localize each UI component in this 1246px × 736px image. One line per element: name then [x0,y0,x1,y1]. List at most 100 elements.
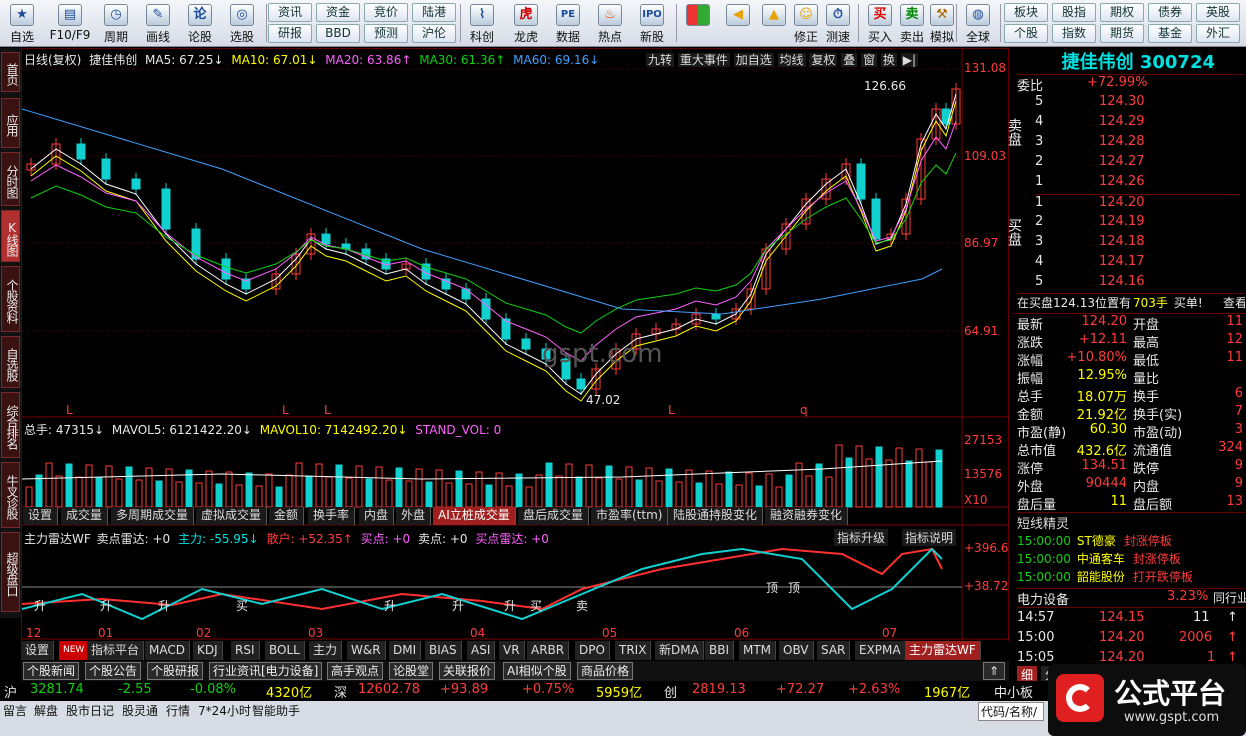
btn-switch[interactable]: 换 [880,53,897,67]
itab-wr[interactable]: W&R [347,641,386,660]
btn-bbd[interactable]: BBD [316,24,360,43]
btn-stock-index[interactable]: 股指 [1052,3,1096,22]
tab-home[interactable]: 首页 [1,52,20,92]
ask-row[interactable]: 3 124.28 [1035,134,1240,154]
vtab-after-hours[interactable]: 盘后成交量 [518,507,590,525]
ask-row[interactable]: 1 124.26 [1035,174,1240,194]
tab-ranking[interactable]: 综合排名 [1,392,20,458]
btn-research[interactable]: 研报 [268,24,312,43]
btn-futures[interactable]: 期货 [1100,24,1144,43]
itab-kdj[interactable]: KDJ [193,641,223,660]
status-quotes[interactable]: 行情 [166,702,190,719]
vtab-inner[interactable]: 内盘 [359,507,395,525]
tab-super-depth[interactable]: 超级盘口 [1,532,20,612]
tab-watchlist[interactable]: 自选股 [1,336,20,388]
tab-diagnosis[interactable]: 牛叉诊股 [1,462,20,528]
vtab-turnover[interactable]: 换手率 [308,507,356,525]
bid-row[interactable]: 1 124.20 [1035,194,1240,214]
tab-stock-profile[interactable]: 个股资料 [1,266,20,332]
toolbar-back-button[interactable]: ◀ [718,2,758,45]
news-related-quotes[interactable]: 关联报价 [439,662,496,680]
toolbar-period-button[interactable]: ◷ 周期 [96,2,136,45]
bid-row[interactable]: 2 124.19 [1035,214,1240,234]
status-stock-link[interactable]: 股灵通 [122,702,158,719]
btn-news[interactable]: 资讯 [268,3,312,22]
news-industry[interactable]: 行业资讯[电力设备] [209,662,323,680]
sprite-row[interactable]: 15:00:00 ST德豪 封涨停板 [1017,532,1245,552]
btn-overlay[interactable]: 叠 [841,53,858,67]
toolbar-dragon-tiger-button[interactable]: 虎龙虎 [506,2,546,45]
kline-chart-svg[interactable] [22,49,1010,661]
itab-vr[interactable]: VR [499,641,525,660]
btn-uk-stocks[interactable]: 英股 [1196,3,1240,22]
news-stock-news[interactable]: 个股新闻 [23,662,80,680]
tab-apps[interactable]: 应用 [1,98,20,148]
bid-row[interactable]: 4 124.17 [1035,254,1240,274]
btn-add-watch[interactable]: 加自选 [733,53,774,67]
vtab-settings[interactable]: 设置 [23,507,59,525]
btn-nine-turn[interactable]: 九转 [646,53,675,67]
sh-label[interactable]: 沪 [4,682,17,701]
itab-rsi[interactable]: RSI [231,641,260,660]
itab-macd[interactable]: MACD [145,641,190,660]
vtab-multi-period[interactable]: 多周期成交量 [111,507,195,525]
sprite-row[interactable]: 15:00:00 中通客车 封涨停板 [1017,550,1245,570]
collapse-up-icon[interactable]: ⇑ [983,662,1005,680]
bid-row[interactable]: 3 124.18 [1035,234,1240,254]
news-announcements[interactable]: 个股公告 [85,662,142,680]
ask-row[interactable]: 5 124.30 [1035,94,1240,114]
vtab-margin[interactable]: 融资融券变化 [765,507,849,525]
tab-intraday[interactable]: 分时图 [1,152,20,206]
toolbar-speedtest-button[interactable]: ⏱ 测速 [818,2,858,45]
vtab-connect-holding[interactable]: 陆股通持股变化 [668,507,764,525]
itab-expma[interactable]: EXPMA [855,641,906,660]
itab-main-radar[interactable]: 主力雷达WF [905,641,981,660]
status-analysis[interactable]: 解盘 [34,702,58,719]
itab-asi[interactable]: ASI [467,641,496,660]
toolbar-screener-button[interactable]: ◎ 选股 [222,2,262,45]
itab-dpo[interactable]: DPO [575,641,610,660]
news-ai-similar[interactable]: AI相似个股 [503,662,571,680]
news-forum[interactable]: 论股堂 [389,662,434,680]
btn-options[interactable]: 期权 [1100,3,1144,22]
btn-forecast[interactable]: 预测 [364,24,408,43]
sz-label[interactable]: 深 [334,682,347,701]
toolbar-ipo-button[interactable]: IPO 新股 [632,2,672,45]
toolbar-layout-button[interactable] [678,2,718,45]
news-commodity[interactable]: 商品价格 [577,662,634,680]
btn-index[interactable]: 指数 [1052,24,1096,43]
toolbar-f10-button[interactable]: ▤ F10/F9 [46,2,94,45]
itab-bias[interactable]: BIAS [425,641,462,660]
tab-kline[interactable]: K线图 [1,210,20,262]
itab-settings[interactable]: 设置 [21,641,55,660]
itab-trix[interactable]: TRIX [615,641,652,660]
toolbar-forum-button[interactable]: 论论股 [180,2,220,45]
itab-new-dma[interactable]: 新DMA [655,641,704,660]
ask-row[interactable]: 2 124.27 [1035,154,1240,174]
vtab-volume[interactable]: 成交量 [61,507,109,525]
news-expert-views[interactable]: 高手观点 [327,662,384,680]
toolbar-star-market-button[interactable]: ⌇ 科创 [462,2,502,45]
btn-forex[interactable]: 外汇 [1196,24,1240,43]
news-research[interactable]: 个股研报 [147,662,204,680]
btn-bonds[interactable]: 债券 [1148,3,1192,22]
vtab-ai-volume[interactable]: AI立桩成交量 [433,507,516,525]
itab-main[interactable]: 主力 [309,641,343,660]
btn-major-events[interactable]: 重大事件 [677,53,730,67]
toolbar-data-button[interactable]: PE 数据 [548,2,588,45]
toolbar-hotspot-button[interactable]: ♨ 热点 [590,2,630,45]
sme-board-label[interactable]: 中小板 [994,682,1033,701]
btn-sector[interactable]: 板块 [1004,3,1048,22]
btn-stocks[interactable]: 个股 [1004,24,1048,43]
status-diary[interactable]: 股市日记 [66,702,114,719]
btn-funds[interactable]: 资金 [316,3,360,22]
itab-platform[interactable]: 指标平台 [87,641,145,660]
toolbar-global-button[interactable]: ◍ 全球 [958,2,998,45]
toolbar-draw-button[interactable]: ✎ 画线 [138,2,178,45]
indicator-upgrade-button[interactable]: 指标升级 [834,529,889,546]
cy-label[interactable]: 创 [664,682,677,701]
indicator-help-button[interactable]: 指标说明 [902,529,957,546]
vtab-outer[interactable]: 外盘 [396,507,432,525]
btn-window[interactable]: 窗 [861,53,878,67]
itab-boll[interactable]: BOLL [265,641,305,660]
